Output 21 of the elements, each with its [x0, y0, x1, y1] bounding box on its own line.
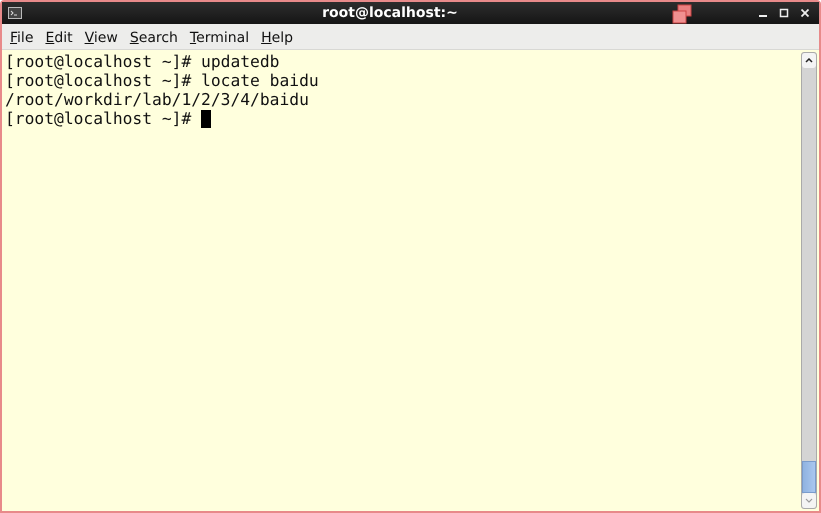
window-title: root@localhost:~: [322, 5, 458, 21]
close-icon[interactable]: [800, 8, 810, 18]
menu-item[interactable]: Edit: [39, 28, 79, 46]
menu-item[interactable]: Help: [255, 28, 300, 46]
menu-item[interactable]: Terminal: [184, 28, 256, 46]
chevron-up-icon: [805, 58, 813, 63]
terminal-line: [root@localhost ~]# locate baidu: [5, 71, 319, 90]
scroll-bar[interactable]: [801, 52, 817, 509]
menu-item[interactable]: Search: [124, 28, 184, 46]
menu-item[interactable]: View: [78, 28, 124, 46]
text-cursor: [201, 110, 212, 128]
terminal-icon: [8, 7, 22, 19]
terminal-line: /root/workdir/lab/1/2/3/4/baidu: [5, 90, 309, 109]
chevron-down-icon: [805, 498, 813, 503]
scroll-up-button[interactable]: [802, 53, 816, 68]
overlapping-windows-icon: [672, 4, 692, 24]
scroll-thumb[interactable]: [802, 461, 816, 493]
menu-item[interactable]: File: [4, 28, 40, 46]
terminal-line: [root@localhost ~]#: [5, 109, 192, 128]
terminal-line: [root@localhost ~]# updatedb: [5, 52, 280, 71]
maximize-icon[interactable]: [778, 8, 789, 18]
